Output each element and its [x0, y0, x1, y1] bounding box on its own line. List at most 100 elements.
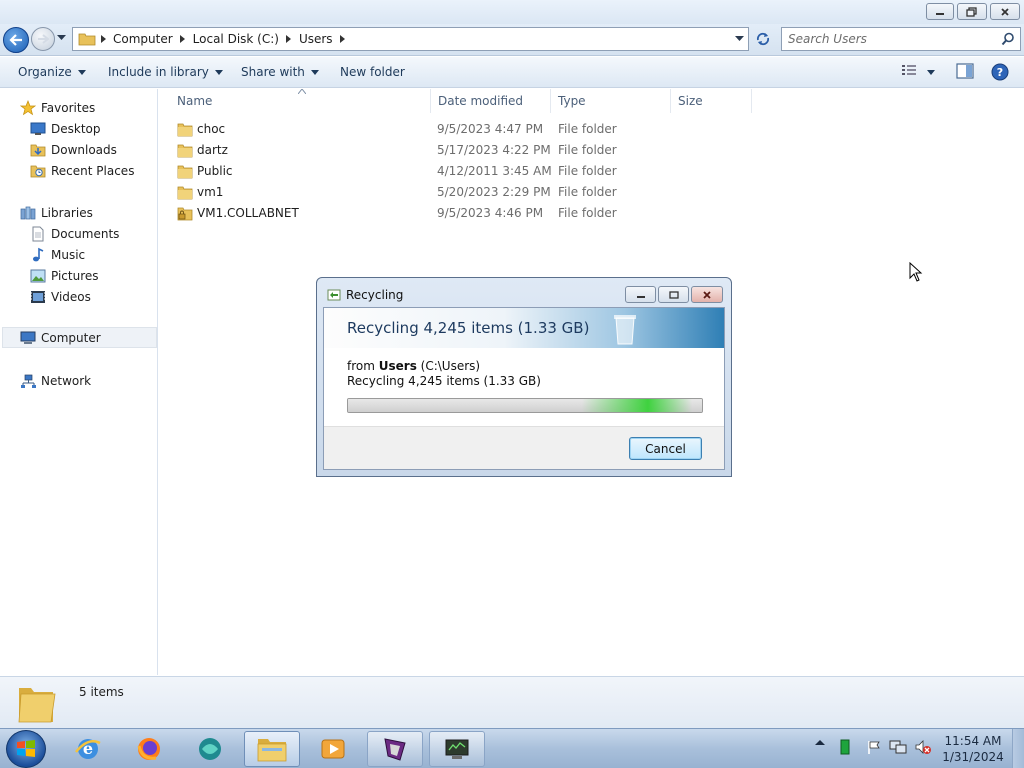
source-name[interactable]: Users [379, 359, 417, 373]
nav-network[interactable]: Network [20, 370, 91, 391]
column-header-name[interactable]: Name [159, 89, 431, 113]
taskbar-firefox[interactable] [121, 731, 177, 767]
chevron-right-icon[interactable] [100, 35, 106, 43]
file-row[interactable]: Public 4/12/2011 3:45 AM File folder [177, 161, 777, 182]
documents-icon [32, 226, 44, 241]
taskbar-app-running[interactable] [367, 731, 423, 767]
maximize-icon [668, 290, 679, 299]
back-button[interactable] [3, 27, 29, 53]
chevron-right-icon[interactable] [180, 35, 186, 43]
videos-icon [31, 290, 45, 303]
column-header-size[interactable]: Size [660, 89, 752, 113]
dialog-close-button[interactable] [691, 286, 723, 303]
recent-places-icon [30, 165, 46, 177]
nav-desktop[interactable]: Desktop [30, 118, 101, 139]
restore-button[interactable] [957, 3, 987, 20]
start-button[interactable] [6, 730, 46, 768]
breadcrumb-users[interactable]: Users [296, 28, 350, 50]
file-date-modified: 5/20/2023 2:29 PM [437, 185, 551, 199]
search-icon[interactable] [1001, 32, 1015, 46]
help-button[interactable]: ? [991, 63, 1009, 81]
more-views-dropdown[interactable] [927, 70, 935, 75]
file-row[interactable]: VM1.COLLABNET 9/5/2023 4:46 PM File folder [177, 203, 777, 224]
refresh-icon [756, 32, 770, 46]
share-with-label: Share with [241, 65, 305, 79]
file-row[interactable]: dartz 5/17/2023 4:22 PM File folder [177, 140, 777, 161]
column-header-type[interactable]: Type [540, 89, 671, 113]
speaker-muted-icon [915, 740, 931, 754]
nav-documents[interactable]: Documents [30, 223, 119, 244]
internet-explorer-icon: e [75, 739, 101, 759]
file-type: File folder [558, 164, 617, 178]
tray-network[interactable] [889, 739, 907, 755]
refresh-button[interactable] [752, 29, 774, 49]
nav-recent-places[interactable]: Recent Places [30, 160, 134, 181]
new-folder-label: New folder [340, 65, 405, 79]
network-icon [21, 374, 36, 388]
share-with-button[interactable]: Share with [241, 65, 319, 79]
chevron-right-icon[interactable] [286, 35, 292, 43]
taskbar-terminal[interactable] [429, 731, 485, 767]
navigation-bar: Computer Local Disk (C:) Users [0, 24, 1024, 56]
recent-pages-dropdown-icon[interactable] [57, 35, 66, 41]
file-row[interactable]: choc 9/5/2023 4:47 PM File folder [177, 119, 777, 140]
change-view-button[interactable] [901, 63, 917, 77]
taskbar: e 11:54 AM 1/31/2024 [0, 728, 1024, 768]
show-hidden-icons-button[interactable] [815, 739, 825, 746]
close-button[interactable] [990, 3, 1020, 20]
organize-button[interactable]: Organize [18, 65, 86, 79]
search-input[interactable] [788, 32, 998, 46]
new-folder-button[interactable]: New folder [340, 65, 405, 79]
help-icon: ? [991, 63, 1009, 81]
preview-pane-button[interactable] [956, 63, 974, 79]
column-header-date-modified[interactable]: Date modified [420, 89, 551, 113]
show-desktop-button[interactable] [1012, 729, 1024, 768]
taskbar-internet-explorer[interactable]: e [60, 731, 116, 767]
nav-videos-label: Videos [51, 289, 91, 304]
include-in-library-button[interactable]: Include in library [108, 65, 223, 79]
minimize-button[interactable] [926, 3, 954, 20]
tray-volume[interactable] [914, 739, 932, 755]
folder-icon [257, 739, 287, 762]
downloads-folder-icon [30, 144, 46, 156]
taskbar-windows-explorer[interactable] [244, 731, 300, 767]
file-type: File folder [558, 185, 617, 199]
nav-downloads[interactable]: Downloads [30, 139, 117, 160]
caret-down-icon [77, 69, 86, 75]
status-bar-icon [840, 739, 850, 755]
file-row[interactable]: vm1 5/20/2023 2:29 PM File folder [177, 182, 777, 203]
nav-pictures[interactable]: Pictures [30, 265, 99, 286]
close-icon [703, 290, 711, 299]
cancel-button[interactable]: Cancel [629, 437, 702, 460]
breadcrumb-computer[interactable]: Computer [110, 28, 190, 50]
computer-icon [20, 331, 36, 344]
dialog-body: Recycling 4,245 items (1.33 GB) from Use… [323, 307, 725, 470]
caret-down-icon [927, 70, 935, 75]
nav-libraries[interactable]: Libraries [20, 202, 93, 223]
tray-battery[interactable] [840, 739, 850, 755]
nav-computer[interactable]: Computer [2, 327, 157, 348]
address-bar[interactable]: Computer Local Disk (C:) Users [72, 27, 749, 51]
address-history-dropdown-icon[interactable] [735, 36, 744, 42]
taskbar-clock[interactable]: 11:54 AM 1/31/2024 [940, 733, 1006, 765]
nav-videos[interactable]: Videos [30, 286, 91, 307]
dialog-maximize-button[interactable] [658, 286, 689, 303]
dialog-footer: Cancel [324, 426, 724, 469]
tray-action-center[interactable] [866, 739, 882, 755]
forward-button[interactable] [31, 27, 55, 51]
folder-icon [177, 186, 193, 200]
nav-favorites[interactable]: Favorites [20, 97, 95, 118]
nav-documents-label: Documents [51, 226, 120, 241]
nav-music[interactable]: Music [30, 244, 85, 265]
caret-down-icon [214, 69, 223, 75]
monitor-icon [445, 739, 469, 759]
taskbar-browser[interactable] [182, 731, 238, 767]
file-name: Public [197, 164, 233, 178]
breadcrumb-local-disk[interactable]: Local Disk (C:) [190, 28, 296, 50]
arrow-right-icon [38, 34, 49, 44]
dialog-minimize-button[interactable] [625, 286, 656, 303]
chevron-right-icon[interactable] [340, 35, 346, 43]
dialog-status: Recycling 4,245 items (1.33 GB) [347, 374, 541, 388]
taskbar-media-player[interactable] [305, 731, 361, 767]
file-name: dartz [197, 143, 228, 157]
